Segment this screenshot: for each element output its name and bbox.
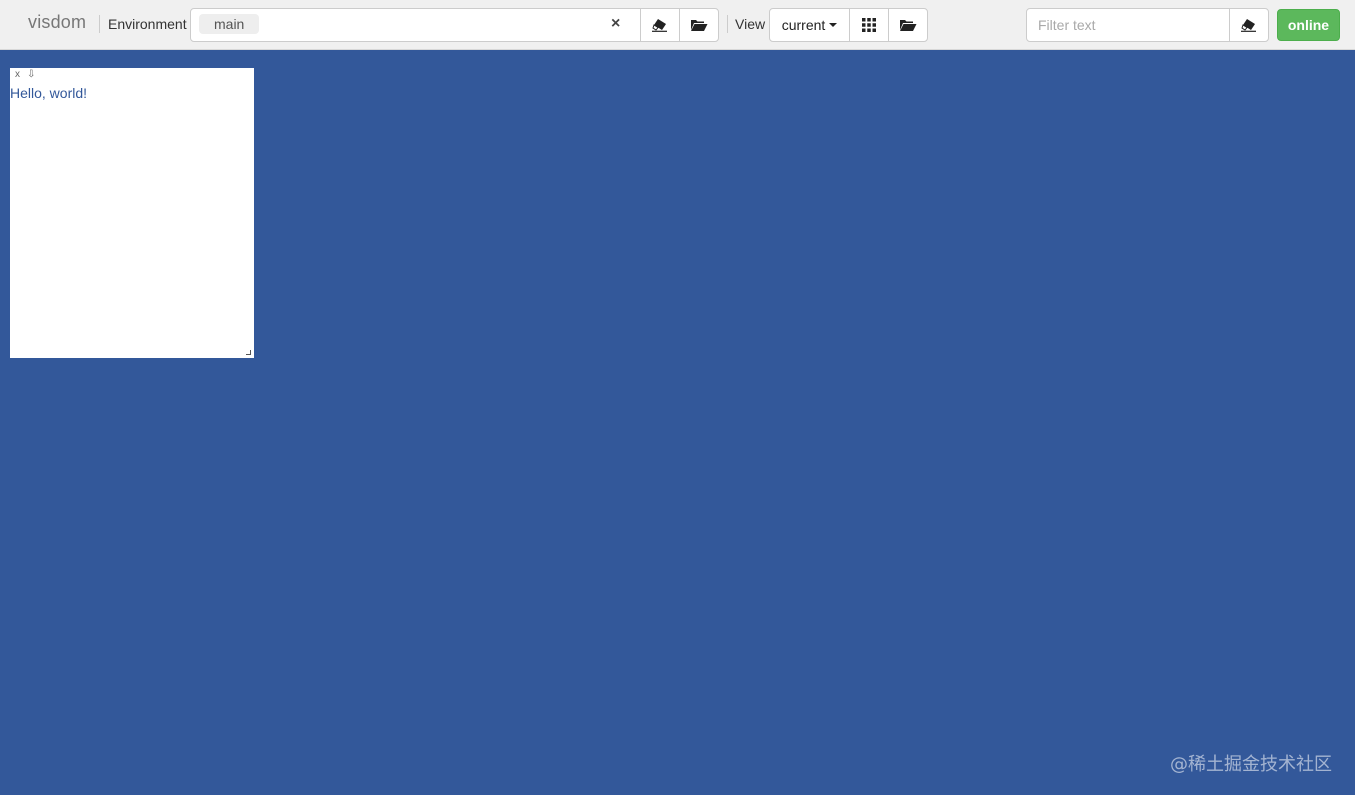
filter-input[interactable]: [1026, 8, 1230, 42]
view-dropdown[interactable]: current: [769, 8, 850, 42]
grid-icon: [862, 18, 876, 32]
environment-tag[interactable]: main: [199, 14, 260, 34]
eraser-icon: [652, 19, 667, 32]
repack-grid-button[interactable]: [849, 8, 889, 42]
watermark: @稀土掘金技术社区: [1170, 754, 1332, 775]
text-pane[interactable]: x ⇩ Hello, world!: [10, 68, 254, 358]
online-status-button[interactable]: online: [1277, 9, 1340, 41]
clear-filter-button[interactable]: [1229, 8, 1269, 42]
clear-environment-icon[interactable]: ×: [611, 15, 620, 33]
caret-down-icon: [829, 23, 838, 27]
pane-toolbar: x ⇩: [15, 69, 42, 80]
close-pane-icon[interactable]: x: [15, 69, 20, 80]
resize-handle-icon[interactable]: [246, 350, 251, 355]
pane-content-text: Hello, world!: [10, 85, 88, 101]
open-view-button[interactable]: [888, 8, 928, 42]
clear-environment-button[interactable]: [640, 8, 680, 42]
divider: [727, 15, 728, 33]
eraser-icon: [1241, 19, 1256, 32]
view-selected: current: [781, 17, 826, 33]
environment-label: Environment: [108, 16, 187, 32]
navbar: visdom Environment main × View current F…: [0, 0, 1355, 50]
open-environment-button[interactable]: [679, 8, 719, 42]
folder-open-icon: [691, 20, 708, 31]
view-label: View: [735, 16, 766, 32]
folder-open-icon: [900, 20, 917, 31]
download-pane-icon[interactable]: ⇩: [27, 69, 35, 80]
brand-logo[interactable]: visdom: [28, 12, 86, 33]
divider: [99, 15, 100, 33]
environment-select[interactable]: main ×: [190, 8, 641, 42]
